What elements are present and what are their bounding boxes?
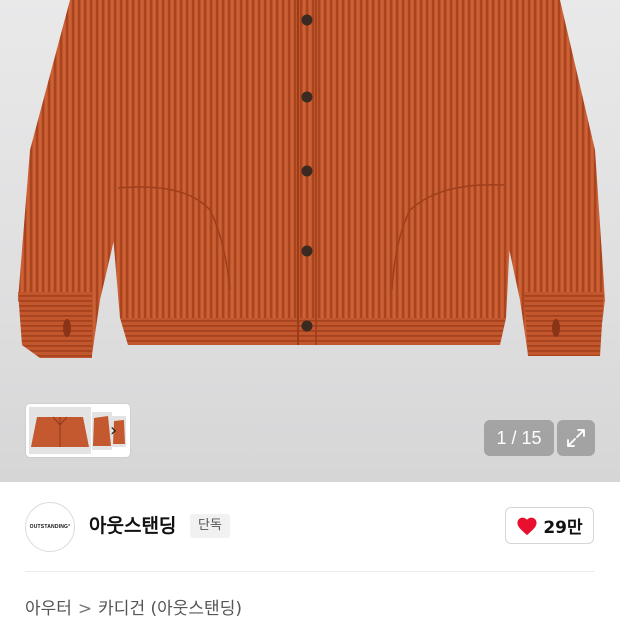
expand-image-button[interactable] bbox=[557, 420, 595, 456]
divider bbox=[25, 571, 595, 572]
heart-icon bbox=[517, 517, 537, 535]
exclusive-badge: 단독 bbox=[190, 514, 230, 538]
product-detail-page: › 1 / 15 OUTSTANDING° 아웃스탠딩 단독 29만 아우터 > 카… bbox=[0, 0, 620, 620]
like-count: 29만 bbox=[543, 518, 583, 538]
brand-row: OUTSTANDING° 아웃스탠딩 단독 29만 bbox=[0, 482, 620, 570]
breadcrumb-item-cardigan[interactable]: 카디건 (아웃스탠딩) bbox=[98, 599, 242, 619]
brand-logo-text: OUTSTANDING° bbox=[29, 524, 71, 530]
thumbnail-front[interactable] bbox=[29, 407, 91, 454]
product-image-gallery[interactable]: › 1 / 15 bbox=[0, 0, 620, 482]
image-page-counter: 1 / 15 bbox=[484, 420, 554, 456]
chevron-right-icon[interactable]: › bbox=[110, 422, 117, 440]
like-button[interactable]: 29만 bbox=[505, 507, 594, 544]
thumbnail-side[interactable] bbox=[92, 412, 112, 450]
brand-logo[interactable]: OUTSTANDING° bbox=[25, 502, 75, 552]
expand-arrows-icon bbox=[567, 429, 585, 447]
brand-name[interactable]: 아웃스탠딩 bbox=[89, 514, 176, 538]
breadcrumb: 아우터 > 카디건 (아웃스탠딩) bbox=[25, 597, 242, 620]
breadcrumb-item-outer[interactable]: 아우터 bbox=[25, 599, 72, 619]
breadcrumb-separator: > bbox=[77, 599, 93, 619]
